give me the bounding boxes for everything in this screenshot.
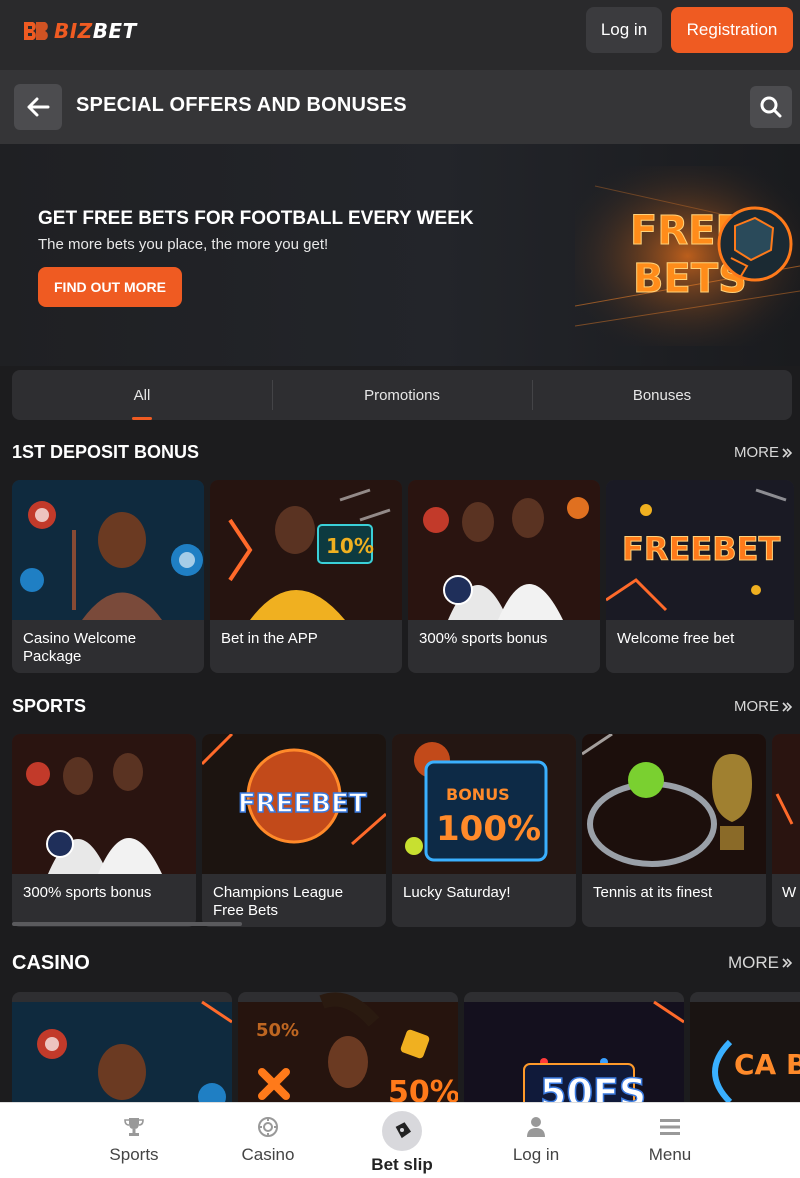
promo-card[interactable]: 300% sports bonus [408,480,600,673]
tennis-image [582,734,766,874]
page-titlebar: SPECIAL OFFERS AND BONUSES [0,70,800,144]
promo-card[interactable]: Tennis at its finest [582,734,766,927]
partial-card-image [772,734,800,874]
more-link-label: MORE [734,444,779,461]
tab-promotions[interactable]: Promotions [272,370,532,420]
banner-subtitle: The more bets you place, the more you ge… [38,236,329,253]
promo-card[interactable]: 300% sports bonus [12,734,196,927]
offer-tabs: All Promotions Bonuses [12,370,792,420]
more-link-deposit[interactable]: MORE [734,444,792,461]
champions-league-image: FREEBET [202,734,386,874]
section-title-casino: CASINO [12,952,90,974]
card-label: Bet in the APP [221,630,318,647]
banner-title: GET FREE BETS FOR FOOTBALL EVERY WEEK [38,208,474,229]
promo-card-partial[interactable]: W [772,734,800,927]
card-label: 300% sports bonus [419,630,548,647]
nav-menu[interactable]: Menu [632,1103,708,1178]
ticket-icon [395,1122,412,1139]
promo-card[interactable]: Casino Welcome Package [12,480,204,673]
horizontal-scrollbar[interactable] [12,922,242,926]
trophy-icon [124,1118,144,1136]
card-label: Casino Welcome Package [23,630,137,665]
search-button[interactable] [750,86,792,128]
nav-casino[interactable]: Casino [230,1103,306,1178]
bizbet-logo[interactable]: BIZBET [22,18,137,44]
sports-bonus-image [408,480,600,620]
card-label: Welcome free bet [617,630,735,647]
promo-card[interactable]: 10% Bet in the APP [210,480,402,673]
double-chevron-right-icon [782,701,792,712]
welcome-freebet-image: FREEBET [606,480,794,620]
card-label: Lucky Saturday! [403,884,511,901]
chip-icon [258,1117,278,1137]
user-icon [527,1117,545,1137]
nav-sports[interactable]: Sports [96,1103,172,1178]
card-label: 300% sports bonus [23,884,152,901]
find-out-more-button[interactable]: FIND OUT MORE [38,267,182,307]
cashback-image: CA BA [690,1002,800,1112]
more-link-sports[interactable]: MORE [734,698,792,715]
nav-label: Sports [109,1145,159,1164]
card-label: W [782,884,797,901]
fifty-free-spins-image: 50FS [464,1000,684,1112]
free-bets-banner-image: FREE BETS [575,166,800,346]
casino-card[interactable]: 50% 50% [238,992,458,1112]
logo-text: BIZBET [54,19,137,43]
promo-card[interactable]: FREEBET Champions League Free Bets [202,734,386,927]
casino-card[interactable]: 50FS [464,992,684,1112]
card-label: Tennis at its finest [593,884,713,901]
double-chevron-right-icon [782,958,792,968]
lucky-saturday-image: BONUS 100% [392,734,576,874]
svg-text:100%: 100% [436,809,541,849]
section-title-sports: SPORTS [12,696,87,716]
tab-bonuses[interactable]: Bonuses [532,370,792,420]
search-icon [760,96,782,118]
bet-in-app-image: 10% [210,480,402,620]
card-label: Champions League Free Bets [213,884,344,919]
tab-all[interactable]: All [12,370,272,420]
double-chevron-right-icon [782,447,792,458]
nav-bet-slip[interactable]: Bet slip [362,1103,442,1178]
login-button[interactable]: Log in [586,7,662,53]
logo-text-biz: BIZ [54,19,93,43]
casino-card-text: CA BA [734,1048,800,1081]
promo-card[interactable]: BONUS 100% Lucky Saturday! [392,734,576,927]
casino-card-text: 50% [256,1020,299,1041]
nav-label: Casino [241,1145,295,1164]
more-link-casino[interactable]: MORE [728,953,792,973]
nav-login[interactable]: Log in [498,1103,574,1178]
casino-card[interactable]: CA BA [690,992,800,1112]
page-title: SPECIAL OFFERS AND BONUSES [76,94,407,116]
nav-label: Menu [648,1145,692,1164]
promo-banner[interactable]: GET FREE BETS FOR FOOTBALL EVERY WEEK Th… [0,144,800,366]
logo-mark-icon [24,22,48,40]
bottom-navigation: Sports Casino Bet slip Log in Menu [0,1102,800,1178]
registration-button[interactable]: Registration [671,7,793,53]
back-button[interactable] [14,84,62,130]
casino-card[interactable] [12,992,232,1112]
nav-label: Log in [512,1145,560,1164]
more-link-label: MORE [734,698,779,715]
arrow-left-icon [27,97,50,117]
section-title-deposit: 1ST DEPOSIT BONUS [12,442,200,462]
more-link-label: MORE [728,953,779,972]
casino-host-image [12,1000,232,1112]
fifty-percent-image: 50% 50% [238,992,458,1112]
menu-icon [660,1119,680,1135]
casino-welcome-image [12,480,204,620]
svg-text:BONUS: BONUS [446,785,510,804]
nav-label: Bet slip [371,1155,433,1174]
svg-text:10%: 10% [326,534,374,558]
logo-text-bet: BET [92,19,137,43]
top-header: BIZBET Log in Registration [0,0,800,70]
promo-card[interactable]: FREEBET Welcome free bet [606,480,794,673]
sports-bonus-image [12,734,196,874]
svg-text:FREEBET: FREEBET [622,530,780,568]
svg-text:FREEBET: FREEBET [238,789,367,819]
